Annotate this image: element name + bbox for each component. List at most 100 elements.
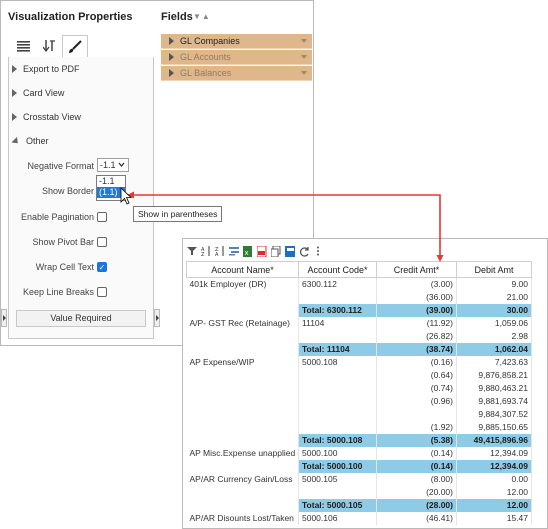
cell-account-name <box>186 407 299 421</box>
field-gl-balances[interactable]: GL Balances <box>161 66 312 81</box>
col-account-code[interactable]: Account Code* <box>298 261 377 278</box>
cell-account-code <box>298 420 377 434</box>
table-row[interactable]: AP Expense/WIP 5000.108 (0.16) 7,423.63 <box>186 355 532 369</box>
section-label: Crosstab View <box>23 112 81 122</box>
col-debit-amt[interactable]: Debit Amt <box>456 261 532 278</box>
cell-debit-amt: 7,423.63 <box>456 355 532 369</box>
total-row[interactable]: Total: 11104 (38.74) 1,062.04 <box>186 342 532 356</box>
expand-icon <box>169 53 174 61</box>
left-collapse-handle[interactable] <box>1 309 7 327</box>
col-account-name[interactable]: Account Name* <box>186 261 299 278</box>
table-row[interactable]: 401k Employer (DR) 6300.112 (3.00) 9.00 <box>186 277 532 291</box>
fields-sort-icon[interactable]: ▼▲ <box>193 12 211 21</box>
cell-debit-amt: 9,880,463.21 <box>456 381 532 395</box>
cell-debit-amt: 1,062.04 <box>456 342 532 356</box>
cell-account-name: A/P- GST Rec (Retainage) <box>186 316 299 330</box>
field-dropdown-icon[interactable] <box>301 55 307 59</box>
option-minus[interactable]: -1.1 <box>97 176 125 187</box>
cell-debit-amt: 49,415,896.96 <box>456 433 532 447</box>
collapse-icon <box>11 136 21 146</box>
cell-account-code: 11104 <box>298 316 377 330</box>
cell-credit-amt: (1.92) <box>376 420 457 434</box>
select-value: -1.1 <box>100 160 116 170</box>
show-pivot-bar-label: Show Pivot Bar <box>32 237 94 247</box>
section-crosstab-view[interactable]: Crosstab View <box>12 112 81 122</box>
total-row[interactable]: Total: 5000.100 (0.14) 12,394.09 <box>186 459 532 473</box>
cell-credit-amt: (0.74) <box>376 381 457 395</box>
cell-credit-amt: (5.38) <box>376 433 457 447</box>
cell-account-name <box>186 303 299 317</box>
cell-debit-amt: 9,881,693.74 <box>456 394 532 408</box>
cell-credit-amt: (28.00) <box>376 498 457 512</box>
cell-account-code: Total: 5000.100 <box>298 459 377 473</box>
layout-icon[interactable] <box>285 245 295 257</box>
excel-export-icon[interactable]: x <box>243 245 253 257</box>
pdf-export-icon[interactable] <box>257 245 267 257</box>
field-dropdown-icon[interactable] <box>301 39 307 43</box>
cell-account-name: 401k Employer (DR) <box>186 277 299 291</box>
tab-style[interactable] <box>62 35 88 58</box>
tab-sort[interactable] <box>36 35 62 57</box>
table-row[interactable]: (20.00) 12.00 <box>186 485 532 499</box>
refresh-icon[interactable] <box>299 246 309 257</box>
table-row[interactable]: (36.00) 21.00 <box>186 290 532 304</box>
more-options-icon[interactable] <box>313 246 323 257</box>
table-row[interactable]: AP Misc.Expense unapplied ca 5000.100 (0.1… <box>186 446 532 460</box>
table-row[interactable]: 9,884,307.52 <box>186 407 532 421</box>
sort-descending-icon[interactable]: ZA <box>215 246 225 257</box>
table-row[interactable]: (0.74) 9,880,463.21 <box>186 381 532 395</box>
show-pivot-bar-checkbox[interactable] <box>97 237 107 247</box>
expand-icon <box>169 37 174 45</box>
section-other[interactable]: Other <box>11 136 49 146</box>
total-row[interactable]: Total: 5000.108 (5.38) 49,415,896.96 <box>186 433 532 447</box>
list-icon <box>16 40 30 52</box>
table-row[interactable]: (0.64) 9,876,858.21 <box>186 368 532 382</box>
table-row[interactable]: (26.82) 2.98 <box>186 329 532 343</box>
svg-text:x: x <box>245 249 249 257</box>
group-icon[interactable] <box>229 246 239 257</box>
right-collapse-handle[interactable] <box>154 309 160 327</box>
cell-account-name <box>186 459 299 473</box>
field-gl-accounts[interactable]: GL Accounts <box>161 50 312 65</box>
cell-debit-amt: 12.00 <box>456 498 532 512</box>
cell-account-name <box>186 342 299 356</box>
negative-format-select[interactable]: -1.1 <box>97 158 129 172</box>
table-row[interactable]: AP/AR Currency Gain/Loss 5000.105 (8.00) 0.… <box>186 472 532 486</box>
col-credit-amt[interactable]: Credit Amt* <box>376 261 457 278</box>
total-row[interactable]: Total: 5000.105 (28.00) 12.00 <box>186 498 532 512</box>
wrap-cell-text-checkbox[interactable]: ✓ <box>97 262 107 272</box>
keep-line-breaks-label: Keep Line Breaks <box>22 287 94 297</box>
cell-account-name: AP Expense/WIP <box>186 355 299 369</box>
fields-title: Fields <box>161 11 193 23</box>
negative-format-dropdown: -1.1 (1.1) <box>96 175 126 201</box>
filter-icon[interactable] <box>187 246 197 257</box>
option-parentheses[interactable]: (1.1) <box>97 187 125 198</box>
section-label: Export to PDF <box>23 64 80 74</box>
field-label: GL Accounts <box>180 52 231 62</box>
field-gl-companies[interactable]: GL Companies <box>161 34 312 49</box>
cell-account-name <box>186 381 299 395</box>
header-row: Account Name* Account Code* Credit Amt* … <box>186 261 532 278</box>
value-required-button[interactable]: Value Required <box>16 310 146 327</box>
copy-icon[interactable] <box>271 245 281 257</box>
sort-ascending-icon[interactable]: AZ <box>201 246 211 257</box>
keep-line-breaks-checkbox[interactable] <box>97 287 107 297</box>
cell-debit-amt: 12.00 <box>456 485 532 499</box>
cell-account-name <box>186 498 299 512</box>
enable-pagination-checkbox[interactable] <box>97 212 107 222</box>
tab-columns[interactable] <box>10 35 36 57</box>
table-row[interactable]: (0.96) 9,881,693.74 <box>186 394 532 408</box>
total-row[interactable]: Total: 6300.112 (39.00) 30.00 <box>186 303 532 317</box>
cell-debit-amt: 0.00 <box>456 472 532 486</box>
cell-account-code: Total: 6300.112 <box>298 303 377 317</box>
cell-credit-amt: (39.00) <box>376 303 457 317</box>
field-dropdown-icon[interactable] <box>301 71 307 75</box>
table-row[interactable]: A/P- GST Rec (Retainage) 11104 (11.92) 1,05… <box>186 316 532 330</box>
table-row[interactable]: AP/AR Disounts Lost/Taken 5000.106 (46.41)… <box>186 511 532 525</box>
cell-credit-amt: (0.14) <box>376 459 457 473</box>
section-card-view[interactable]: Card View <box>12 88 64 98</box>
section-export-pdf[interactable]: Export to PDF <box>12 64 80 74</box>
table-row[interactable]: (1.92) 9,885,150.65 <box>186 420 532 434</box>
enable-pagination-label: Enable Pagination <box>20 212 94 222</box>
cell-account-code <box>298 381 377 395</box>
